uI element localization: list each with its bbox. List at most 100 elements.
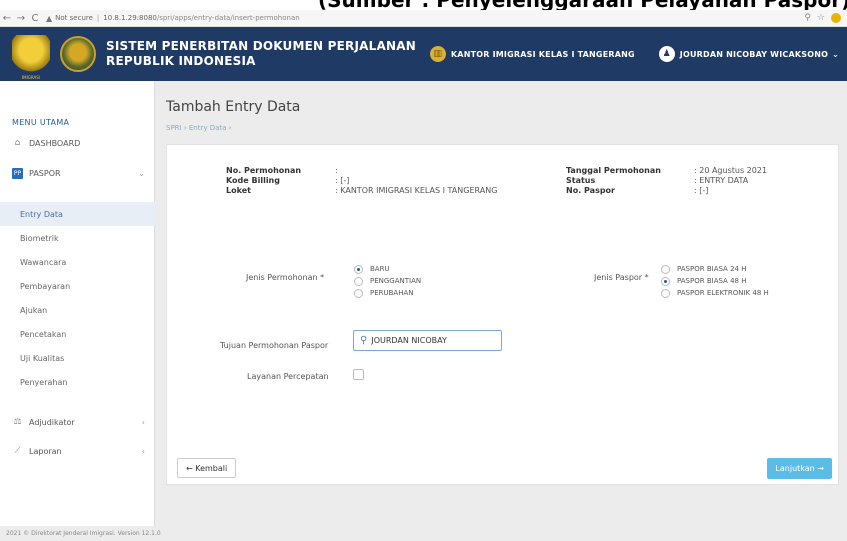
app-title-line1: SISTEM PENERBITAN DOKUMEN PERJALANAN bbox=[106, 39, 416, 53]
user-icon: ♟ bbox=[658, 46, 675, 62]
no-permohonan-label: No. Permohonan bbox=[226, 166, 302, 175]
reload-icon[interactable]: C bbox=[28, 13, 42, 24]
breadcrumb-separator: › bbox=[228, 124, 232, 132]
tujuan-permohonan-field[interactable]: ⚲ bbox=[353, 330, 502, 351]
no-permohonan-value: : bbox=[335, 166, 338, 175]
radio-paspor-elektronik-48h[interactable]: PASPOR ELEKTRONIK 48 H bbox=[661, 287, 769, 299]
sidebar-subitem-pembayaran[interactable]: Pembayaran bbox=[0, 274, 155, 298]
layanan-percepatan-label: Layanan Percepatan bbox=[247, 372, 329, 381]
jenis-paspor-label: Jenis Paspor * bbox=[594, 273, 649, 282]
chevron-left-icon: ‹ bbox=[141, 446, 145, 456]
radio-baru[interactable]: BARU bbox=[354, 263, 421, 275]
address-bar[interactable]: ▲ Not secure | 10.8.1.29:8080 /spri/apps… bbox=[46, 14, 300, 23]
footer: 2021 © Direktorat Jenderal Imigrasi. Ver… bbox=[6, 530, 161, 537]
loket-value: : KANTOR IMIGRASI KELAS I TANGERANG bbox=[335, 186, 498, 195]
loket-label: Loket bbox=[226, 186, 251, 195]
app-header: IMIGRASI SISTEM PENERBITAN DOKUMEN PERJA… bbox=[0, 27, 847, 81]
sidebar-subitem-uji-kualitas[interactable]: Uji Kualitas bbox=[0, 346, 155, 370]
tujuan-permohonan-label: Tujuan Permohonan Paspor bbox=[220, 341, 329, 350]
radio-dot[interactable] bbox=[661, 276, 670, 286]
home-icon: ⌂ bbox=[14, 138, 21, 148]
star-icon[interactable]: ☆ bbox=[817, 13, 825, 23]
breadcrumb: SPRI › Entry Data › bbox=[166, 124, 231, 132]
search-icon: ⚲ bbox=[360, 335, 368, 346]
next-button[interactable]: Lanjutkan → bbox=[767, 458, 832, 479]
line-chart-icon: ⟋ bbox=[14, 446, 21, 456]
office-name: KANTOR IMIGRASI KELAS I TANGERANG bbox=[450, 49, 635, 59]
back-arrow-icon[interactable]: ← bbox=[0, 13, 14, 24]
no-paspor-value: : [-] bbox=[694, 186, 709, 195]
kode-billing-value: : [-] bbox=[335, 176, 350, 185]
tanggal-permohonan-value: : 20 Agustus 2021 bbox=[694, 166, 768, 175]
breadcrumb-root[interactable]: SPRI bbox=[166, 124, 182, 132]
sidebar-item-adjudikator[interactable]: ⚖ Adjudikator ‹ bbox=[0, 410, 155, 434]
jenis-permohonan-group: BARU PENGGANTIAN PERUBAHAN bbox=[354, 263, 421, 299]
security-label: Not secure bbox=[55, 14, 93, 22]
header-right: ▥ KANTOR IMIGRASI KELAS I TANGERANG ♟ JO… bbox=[429, 46, 847, 62]
status-label: Status bbox=[566, 176, 596, 185]
sidebar-subitem-biometrik[interactable]: Biometrik bbox=[0, 226, 155, 250]
info-right: Tanggal Permohonan : 20 Agustus 2021 Sta… bbox=[566, 166, 826, 200]
address-host: 10.8.1.29:8080 bbox=[103, 14, 157, 22]
address-path: /spri/apps/entry-data/insert-permohonan bbox=[156, 14, 300, 22]
imigrasi-logo: IMIGRASI bbox=[12, 35, 50, 80]
info-left: No. Permohonan : Kode Billing : [-] Loke… bbox=[226, 166, 526, 200]
radio-perubahan[interactable]: PERUBAHAN bbox=[354, 287, 421, 299]
warning-icon: ▲ bbox=[46, 13, 53, 23]
breadcrumb-current[interactable]: Entry Data bbox=[189, 124, 227, 132]
sidebar: MENU UTAMA ⌂ DASHBOARD PP PASPOR ⌄ Entry… bbox=[0, 81, 155, 526]
app-title-line2: REPUBLIK INDONESIA bbox=[106, 54, 256, 68]
layanan-percepatan-checkbox[interactable] bbox=[353, 369, 364, 380]
status-value: : ENTRY DATA bbox=[694, 176, 749, 185]
radio-dot[interactable] bbox=[661, 264, 670, 274]
radio-dot[interactable] bbox=[661, 288, 670, 298]
sidebar-item-label: DASHBOARD bbox=[29, 138, 81, 148]
kode-billing-label: Kode Billing bbox=[226, 176, 280, 185]
building-icon: ▥ bbox=[429, 46, 446, 62]
chevron-left-icon: ‹ bbox=[141, 417, 145, 427]
radio-dot[interactable] bbox=[354, 288, 363, 298]
user-menu[interactable]: ♟ JOURDAN NICOBAY WICAKSONO ⌄ bbox=[658, 46, 839, 62]
browser-bar: ← → C ▲ Not secure | 10.8.1.29:8080 /spr… bbox=[0, 10, 847, 27]
sidebar-item-label: Laporan bbox=[29, 446, 62, 456]
forward-arrow-icon[interactable]: → bbox=[14, 13, 28, 24]
sidebar-subitem-ajukan[interactable]: Ajukan bbox=[0, 298, 155, 322]
no-paspor-label: No. Paspor bbox=[566, 186, 615, 195]
chevron-down-icon: ⌄ bbox=[832, 49, 839, 59]
address-separator: | bbox=[96, 14, 100, 22]
tujuan-permohonan-input[interactable] bbox=[371, 336, 490, 345]
chevron-down-icon: ⌄ bbox=[138, 168, 145, 178]
garuda-emblem bbox=[60, 36, 96, 72]
entry-form-panel: No. Permohonan : Kode Billing : [-] Loke… bbox=[166, 144, 839, 485]
sidebar-item-dashboard[interactable]: ⌂ DASHBOARD bbox=[0, 131, 155, 155]
passport-icon: PP bbox=[12, 167, 23, 179]
radio-paspor-biasa-24h[interactable]: PASPOR BIASA 24 H bbox=[661, 263, 769, 275]
radio-dot[interactable] bbox=[354, 276, 363, 286]
back-button[interactable]: ← Kembali bbox=[177, 458, 237, 478]
sidebar-item-paspor[interactable]: PP PASPOR ⌄ bbox=[0, 161, 155, 185]
sidebar-item-laporan[interactable]: ⟋ Laporan ‹ bbox=[0, 439, 155, 463]
caption: (Sumber : Penyelenggaraan Pelayanan Pasp… bbox=[318, 0, 847, 10]
sidebar-subitem-wawancara[interactable]: Wawancara bbox=[0, 250, 155, 274]
radio-penggantian[interactable]: PENGGANTIAN bbox=[354, 275, 421, 287]
tanggal-permohonan-label: Tanggal Permohonan bbox=[566, 166, 661, 175]
page-title: Tambah Entry Data bbox=[166, 99, 301, 115]
jenis-permohonan-label: Jenis Permohonan * bbox=[246, 273, 325, 282]
extension-icon[interactable] bbox=[831, 13, 841, 23]
sidebar-subitem-pencetakan[interactable]: Pencetakan bbox=[0, 322, 155, 346]
radio-paspor-biasa-48h[interactable]: PASPOR BIASA 48 H bbox=[661, 275, 769, 287]
sidebar-subitem-entry-data[interactable]: Entry Data bbox=[0, 202, 155, 226]
office-selector[interactable]: ▥ KANTOR IMIGRASI KELAS I TANGERANG bbox=[429, 46, 635, 62]
browser-actions: ⚲ ☆ bbox=[804, 13, 847, 23]
balance-scale-icon: ⚖ bbox=[13, 417, 22, 427]
caption-strip: (Sumber : Penyelenggaraan Pelayanan Pasp… bbox=[0, 0, 847, 10]
sidebar-item-label: Adjudikator bbox=[29, 417, 75, 427]
app-title: SISTEM PENERBITAN DOKUMEN PERJALANAN REP… bbox=[106, 39, 416, 69]
sidebar-subitem-penyerahan[interactable]: Penyerahan bbox=[0, 370, 155, 394]
user-name: JOURDAN NICOBAY WICAKSONO bbox=[679, 49, 829, 59]
radio-dot[interactable] bbox=[354, 264, 363, 274]
menu-title: MENU UTAMA bbox=[12, 118, 70, 127]
sidebar-item-label: PASPOR bbox=[29, 168, 61, 178]
jenis-paspor-group: PASPOR BIASA 24 H PASPOR BIASA 48 H PASP… bbox=[661, 263, 769, 299]
zoom-icon[interactable]: ⚲ bbox=[804, 13, 811, 23]
